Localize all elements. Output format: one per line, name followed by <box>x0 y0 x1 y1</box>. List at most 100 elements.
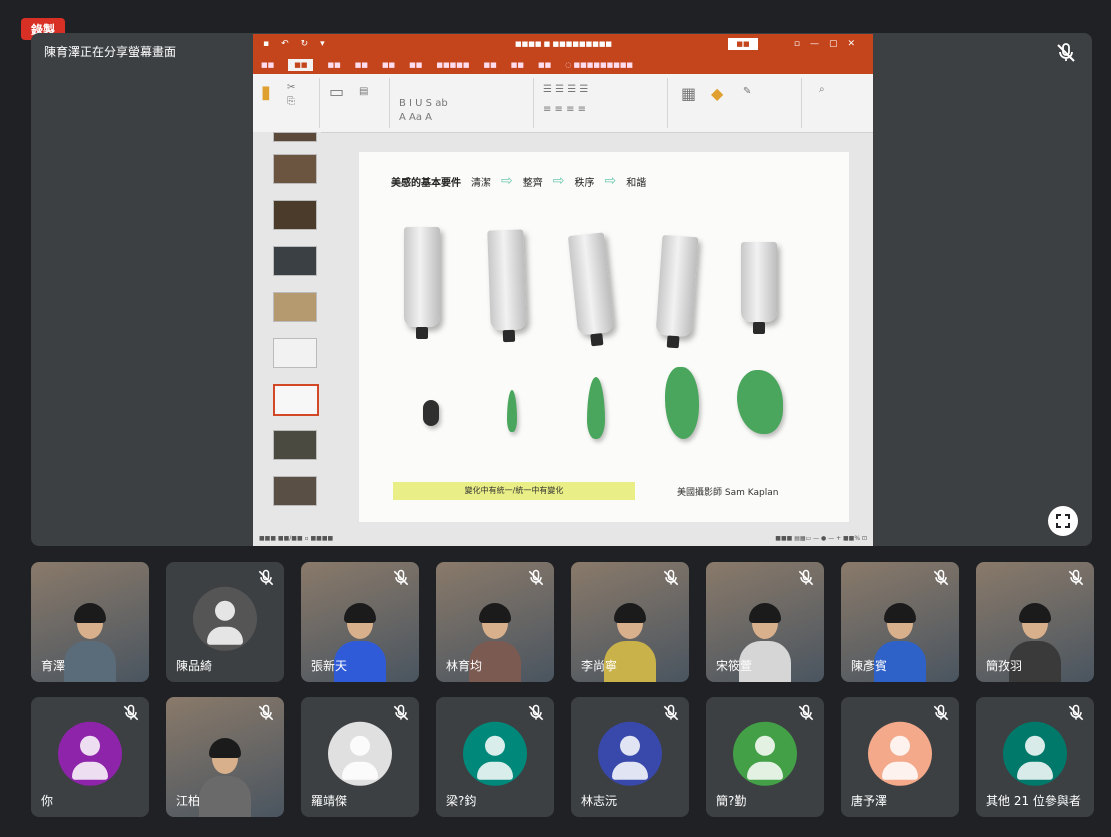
mic-off-icon <box>796 568 816 588</box>
ppt-tab: ■■ <box>409 61 423 69</box>
window-control-icons: ▫—▢✕ <box>793 39 865 49</box>
slide-thumbnail-selected <box>273 384 319 416</box>
participant-video <box>195 738 255 817</box>
mic-off-icon <box>931 703 951 723</box>
fullscreen-icon <box>1056 514 1070 528</box>
ppt-login-box: ■■ <box>728 38 758 50</box>
slide-thumbnail <box>273 476 317 506</box>
tube-cap-image <box>423 400 439 426</box>
participant-name: 宋筱萱 <box>716 659 753 673</box>
avatar <box>193 586 257 651</box>
slide-title-row: 美感的基本要件 清潔 ⇨ 整齊 ⇨ 秩序 ⇨ 和諧 <box>391 173 646 189</box>
participant-tile[interactable]: 你 <box>31 697 149 817</box>
mic-off-icon <box>1054 41 1078 65</box>
mic-off-icon <box>526 568 546 588</box>
participant-name: 簡孜羽 <box>986 659 1023 673</box>
slide-thumbnail <box>273 200 317 230</box>
participant-tile[interactable]: 陳彥賓 <box>841 562 959 682</box>
participant-tile[interactable]: 梁?鈞 <box>436 697 554 817</box>
ppt-tab: ■■ <box>510 61 524 69</box>
arrow-right-icon: ⇨ <box>501 173 513 189</box>
slide-keyword: 清潔 <box>471 177 491 189</box>
ribbon-group-drawing: ▦ ◆ ✎ <box>671 78 802 128</box>
quick-access-icons: ▪↶↻▾ <box>263 39 337 49</box>
participant-name: 育澤 <box>41 659 66 673</box>
participant-tile[interactable]: 羅靖傑 <box>301 697 419 817</box>
mic-off-icon <box>256 568 276 588</box>
participant-tile[interactable]: 簡孜羽 <box>976 562 1094 682</box>
participant-tile[interactable]: 陳品綺 <box>166 562 284 682</box>
participant-tile[interactable]: 其他 21 位參與者 <box>976 697 1094 817</box>
avatar <box>58 721 122 786</box>
ppt-tab: ■■■■■ <box>436 61 470 69</box>
paste-drop-image <box>507 390 517 432</box>
ppt-tab: ■■ <box>327 61 341 69</box>
participant-name: 梁?鈞 <box>446 794 477 808</box>
participant-name: 李尚寧 <box>581 659 618 673</box>
ppt-ribbon: ▮ ✂ ⎘ ▭ ▤ B I U S ab A Aa A ☰ ☰ ☰ ☰ ≡ ≡ … <box>253 74 873 133</box>
arrow-right-icon: ⇨ <box>604 173 617 189</box>
participant-name: 你 <box>41 794 54 808</box>
slide-thumbnail <box>273 246 317 276</box>
ribbon-group-paragraph: ☰ ☰ ☰ ☰ ≡ ≡ ≡ ≡ <box>537 78 668 128</box>
mic-off-icon <box>526 703 546 723</box>
participant-tile[interactable]: 宋筱萱 <box>706 562 824 682</box>
slide-keyword: 整齊 <box>522 177 543 189</box>
fullscreen-button[interactable] <box>1048 506 1078 536</box>
avatar <box>868 721 932 786</box>
mic-off-icon <box>661 568 681 588</box>
avatar <box>598 721 662 786</box>
participant-name: 羅靖傑 <box>311 794 348 808</box>
status-view-controls: ■■■ ▤▦▭ — ● — + ■■% ⊡ <box>775 534 867 542</box>
participant-name: 林育均 <box>446 659 483 673</box>
avatar <box>1003 721 1067 786</box>
ppt-doc-title: ■■■■ ■ ■■■■■■■■■ <box>515 40 613 48</box>
slide-thumbnail <box>273 292 317 322</box>
ppt-tab: ■■ <box>537 61 552 69</box>
ppt-tab: ■■ <box>354 61 368 69</box>
ppt-tab: ◌ ■■■■■■■■■ <box>565 61 634 69</box>
tube-image <box>404 227 440 339</box>
participant-tile[interactable]: 林育均 <box>436 562 554 682</box>
mic-off-icon <box>391 568 411 588</box>
participant-name: 林志沅 <box>581 794 618 808</box>
slide-credit: 美國攝影師 Sam Kaplan <box>677 488 779 498</box>
ppt-tab: ■■ <box>483 61 497 69</box>
mic-off-icon <box>121 703 141 723</box>
paste-drop-image <box>587 377 605 439</box>
participant-tile[interactable]: 張新天 <box>301 562 419 682</box>
slide-thumbnail <box>273 154 317 184</box>
participant-name: 張新天 <box>311 659 348 673</box>
slide-thumbnail <box>273 132 317 142</box>
participant-name: 陳彥賓 <box>851 659 888 673</box>
tube-image <box>487 229 527 331</box>
avatar <box>463 721 527 786</box>
slide-title: 美感的基本要件 <box>391 177 461 189</box>
tube-image <box>567 232 615 336</box>
participant-tile[interactable]: 簡?勤 <box>706 697 824 817</box>
ppt-ribbon-tabs: ■■ ■■ ■■ ■■ ■■ ■■ ■■■■■ ■■ ■■ ■■ ◌ ■■■■■… <box>253 56 873 74</box>
participant-row-2: 你 江柏 羅靖傑 梁?鈞 林志沅 簡?勤 唐予澤 其他 21 位參與者 <box>31 697 1094 817</box>
avatar <box>328 721 392 786</box>
avatar <box>733 721 797 786</box>
ppt-tab: ■■ <box>381 61 396 69</box>
main-stage: 陳育澤正在分享螢幕畫面 ▪↶↻▾ ■■■■ ■ ■■■■■■■■■ ■■ ▫—▢… <box>31 33 1092 546</box>
ppt-tab: ■■ <box>261 61 275 69</box>
mic-off-icon <box>661 703 681 723</box>
participant-name: 陳品綺 <box>176 659 213 673</box>
tube-image <box>655 234 699 338</box>
paste-blob-image <box>737 370 783 434</box>
participant-video <box>60 603 120 682</box>
status-slide-indicator: ■■■ ■■/■■ ▫ ■■■■ <box>259 534 334 542</box>
participant-row-1: 育澤 陳品綺 張新天 林育均 李尚寧 宋筱萱 陳彥賓 簡孜羽 <box>31 562 1094 682</box>
participant-tile[interactable]: 林志沅 <box>571 697 689 817</box>
participant-tile[interactable]: 唐予澤 <box>841 697 959 817</box>
participant-tile[interactable]: 李尚寧 <box>571 562 689 682</box>
participant-tile[interactable]: 育澤 <box>31 562 149 682</box>
ppt-status-bar: ■■■ ■■/■■ ▫ ■■■■ ■■■ ▤▦▭ — ● — + ■■% ⊡ <box>253 530 873 546</box>
ribbon-group-font: B I U S ab A Aa A <box>393 78 534 128</box>
shared-screen: ▪↶↻▾ ■■■■ ■ ■■■■■■■■■ ■■ ▫—▢✕ ■■ ■■ ■■ ■… <box>253 34 873 546</box>
ppt-tab-active: ■■ <box>288 59 314 71</box>
slide-keyword: 秩序 <box>574 177 595 189</box>
participant-tile[interactable]: 江柏 <box>166 697 284 817</box>
